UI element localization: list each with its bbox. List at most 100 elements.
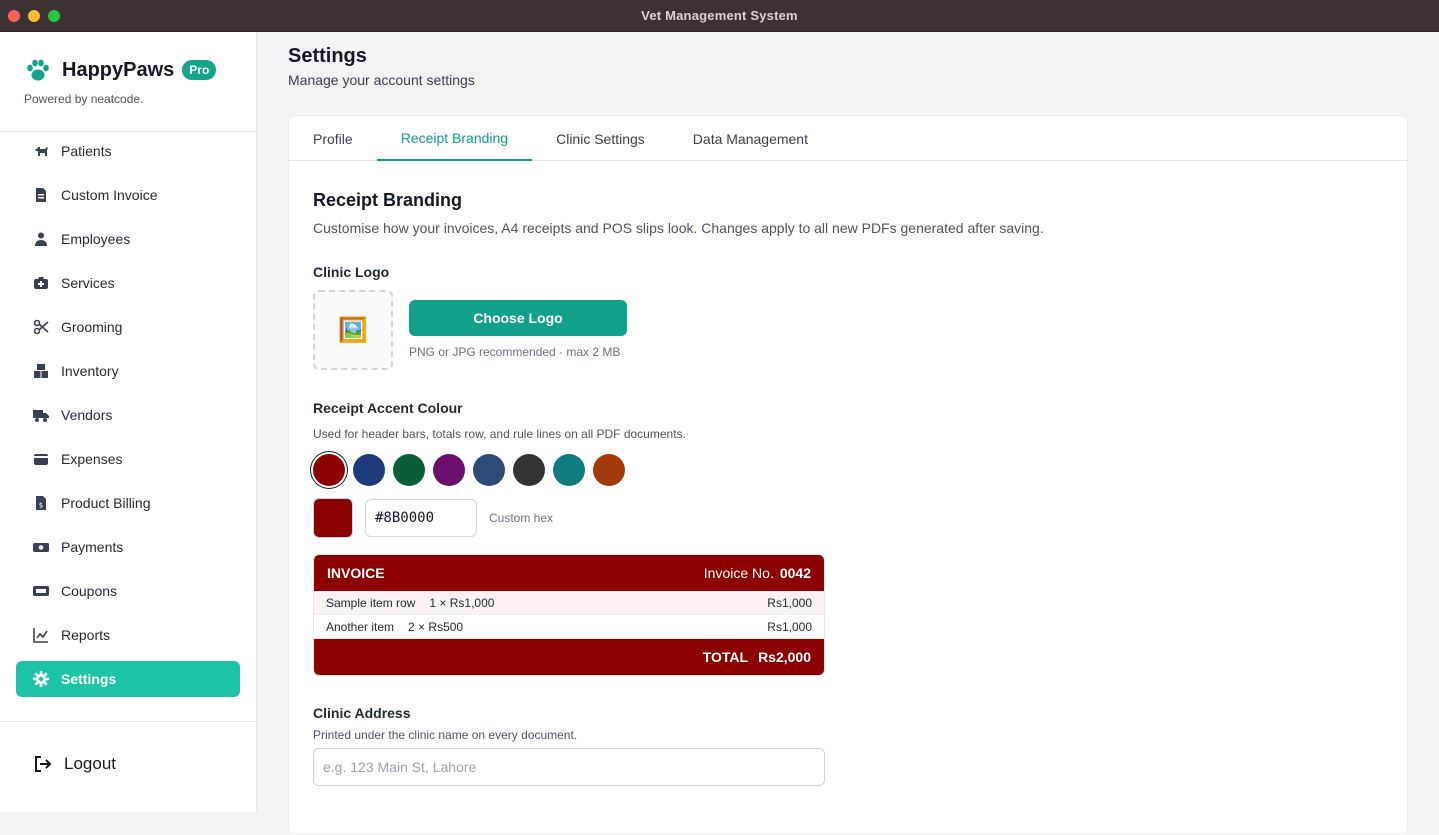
clinic-address-label: Clinic Address <box>313 705 411 721</box>
invoice-number-label: Invoice No. <box>703 565 774 581</box>
colour-swatch[interactable] <box>393 454 425 486</box>
powered-by: Powered by neatcode. <box>24 92 144 106</box>
accent-colour-hint: Used for header bars, totals row, and ru… <box>313 427 686 441</box>
file-invoice-icon <box>33 187 49 203</box>
tab-data-management[interactable]: Data Management <box>669 116 832 161</box>
sidebar-divider <box>0 721 257 722</box>
receipt-heading: INVOICE <box>327 565 385 581</box>
colour-swatch[interactable] <box>553 454 585 486</box>
logout-label: Logout <box>64 754 116 773</box>
pro-badge: Pro <box>182 60 217 80</box>
receipt-row-name: Sample item row <box>326 595 416 610</box>
page-title: Settings <box>288 45 367 67</box>
logout-button[interactable]: Logout <box>34 754 116 774</box>
section-description: Customise how your invoices, A4 receipts… <box>313 220 1044 236</box>
sidebar-item-vendors[interactable]: Vendors <box>16 397 240 433</box>
sidebar-item-label: Services <box>61 275 115 291</box>
current-colour-preview[interactable] <box>313 498 353 538</box>
paw-icon <box>27 59 49 81</box>
clinic-logo-label: Clinic Logo <box>313 264 390 280</box>
close-window-button[interactable] <box>8 10 20 22</box>
sidebar-item-inventory[interactable]: Inventory <box>16 353 240 389</box>
logo-hint: PNG or JPG recommended · max 2 MB <box>409 345 621 359</box>
money-icon <box>33 539 49 555</box>
sidebar-item-employees[interactable]: Employees <box>16 221 240 257</box>
sidebar-item-label: Coupons <box>61 583 118 599</box>
sidebar-item-settings[interactable]: Settings <box>16 661 240 697</box>
sidebar-item-reports[interactable]: Reports <box>16 617 240 653</box>
main-content: Settings Manage your account settings Pr… <box>257 32 1439 835</box>
sidebar-item-label: Settings <box>61 671 117 687</box>
sidebar-item-label: Vendors <box>61 407 113 423</box>
colour-swatch[interactable] <box>433 454 465 486</box>
sidebar-item-label: Custom Invoice <box>61 187 158 203</box>
sidebar-item-services[interactable]: Services <box>16 265 240 301</box>
sidebar-divider <box>0 131 257 132</box>
logo-preview[interactable]: 🖼️ <box>313 290 393 370</box>
settings-tabs: Profile Receipt Branding Clinic Settings… <box>289 116 1409 161</box>
receipt-total-row: TOTAL Rs2,000 <box>314 639 824 675</box>
receipt-row-item: Sample item row 1 × Rs1,000 <box>326 596 494 610</box>
receipt-row-item: Another item 2 × Rs500 <box>326 620 463 634</box>
receipt-icon: $ <box>33 495 49 511</box>
sidebar-item-expenses[interactable]: Expenses <box>16 441 240 477</box>
receipt-row-name: Another item <box>326 619 395 634</box>
tab-clinic-settings[interactable]: Clinic Settings <box>532 116 669 161</box>
tab-receipt-branding[interactable]: Receipt Branding <box>376 116 533 161</box>
sidebar-item-payments[interactable]: Payments <box>16 529 240 565</box>
sidebar-item-patients[interactable]: Patients <box>16 133 240 169</box>
sidebar-item-coupons[interactable]: Coupons <box>16 573 240 609</box>
sidebar-item-label: Grooming <box>61 319 123 335</box>
truck-icon <box>33 407 49 423</box>
receipt-preview-header: INVOICE Invoice No. 0042 <box>314 555 824 591</box>
window-titlebar: Vet Management System <box>0 0 1439 32</box>
sidebar-item-product-billing[interactable]: $ Product Billing <box>16 485 240 521</box>
section-title: Receipt Branding <box>313 190 463 210</box>
sidebar-item-grooming[interactable]: Grooming <box>16 309 240 345</box>
colour-swatch[interactable] <box>593 454 625 486</box>
receipt-row-qty: 2 × Rs500 <box>408 619 464 634</box>
colour-swatch[interactable] <box>313 454 345 486</box>
receipt-row-qty: 1 × Rs1,000 <box>429 595 495 610</box>
invoice-number-block: Invoice No. 0042 <box>704 565 811 581</box>
gear-icon <box>33 671 49 687</box>
minimize-window-button[interactable] <box>28 10 40 22</box>
brand: HappyPaws Pro <box>24 56 217 84</box>
maximize-window-button[interactable] <box>48 10 60 22</box>
image-placeholder-icon: 🖼️ <box>338 316 368 344</box>
receipt-row-amount: Rs1,000 <box>767 619 812 634</box>
sidebar-item-label: Expenses <box>61 451 123 467</box>
page-subtitle: Manage your account settings <box>288 72 475 88</box>
clinic-address-hint: Printed under the clinic name on every d… <box>313 728 578 742</box>
hex-colour-input[interactable] <box>365 499 477 537</box>
logout-icon <box>35 756 52 772</box>
colour-swatch[interactable] <box>513 454 545 486</box>
wallet-icon <box>33 451 49 467</box>
ticket-icon <box>33 583 49 599</box>
receipt-preview: INVOICE Invoice No. 0042 Sample item row 1… <box>313 554 825 676</box>
sidebar-item-label: Employees <box>61 231 131 247</box>
sidebar-item-custom-invoice[interactable]: Custom Invoice <box>16 177 240 213</box>
sidebar-item-label: Payments <box>61 539 124 555</box>
dog-icon <box>33 143 49 159</box>
colour-swatch[interactable] <box>353 454 385 486</box>
tab-profile[interactable]: Profile <box>289 116 377 161</box>
clinic-address-input[interactable] <box>313 748 825 786</box>
invoice-number: 0042 <box>779 565 811 581</box>
receipt-row: Sample item row 1 × Rs1,000 Rs1,000 <box>314 591 824 615</box>
colour-swatches <box>313 454 625 486</box>
user-tie-icon <box>33 231 49 247</box>
colour-swatch[interactable] <box>473 454 505 486</box>
custom-hex-hint: Custom hex <box>489 511 554 525</box>
brand-name: HappyPaws <box>62 58 175 81</box>
sidebar-item-label: Product Billing <box>61 495 151 511</box>
sidebar-item-label: Inventory <box>61 363 119 379</box>
choose-logo-button[interactable]: Choose Logo <box>409 300 627 336</box>
sidebar-nav: Patients Custom Invoice Employees Servic… <box>16 133 240 705</box>
receipt-total-label: TOTAL <box>702 649 749 665</box>
window-controls <box>8 10 60 22</box>
chart-line-icon <box>33 627 49 643</box>
sidebar: HappyPaws Pro Powered by neatcode. Patie… <box>0 32 257 812</box>
boxes-icon <box>33 363 49 379</box>
settings-card: Profile Receipt Branding Clinic Settings… <box>288 115 1409 835</box>
